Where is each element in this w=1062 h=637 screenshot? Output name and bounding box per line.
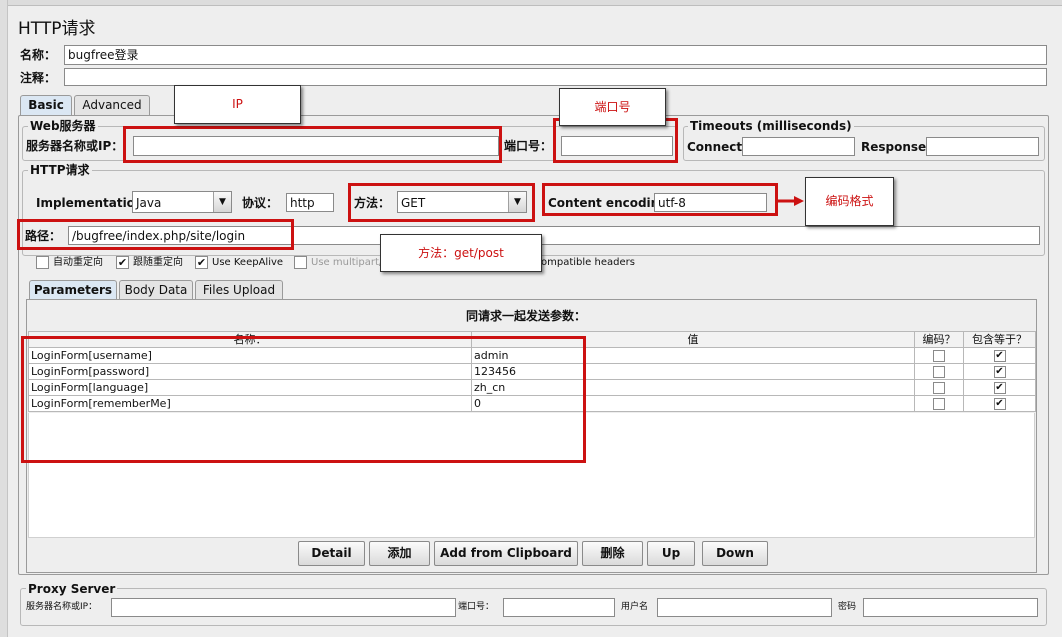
- param-name-cell[interactable]: LoginForm[password]: [28, 363, 472, 380]
- include-equals-checkbox[interactable]: ✔: [993, 397, 1006, 410]
- compatible-headers-label: ompatible headers: [541, 257, 635, 268]
- chevron-down-icon: ▼: [213, 192, 231, 212]
- table-row[interactable]: LoginForm[rememberMe] 0 ✔: [28, 395, 1036, 412]
- http-request-group-title: HTTP请求: [28, 163, 92, 177]
- detail-button[interactable]: Detail: [298, 541, 365, 566]
- tab-parameters[interactable]: Parameters: [29, 280, 117, 299]
- param-value-cell[interactable]: 0: [471, 395, 915, 412]
- tab-files-upload[interactable]: Files Upload: [195, 280, 283, 299]
- connect-timeout-field[interactable]: [742, 137, 855, 156]
- path-field[interactable]: /bugfree/index.php/site/login: [68, 226, 1040, 245]
- keepalive-checkbox[interactable]: ✔: [195, 256, 208, 269]
- method-select[interactable]: GET ▼: [397, 191, 527, 213]
- proxy-username-field[interactable]: [657, 598, 832, 617]
- response-label: Response:: [861, 140, 931, 154]
- multipart-label: Use multipart/f: [311, 257, 386, 268]
- encode-checkbox[interactable]: [933, 397, 945, 410]
- param-value-cell[interactable]: 123456: [471, 363, 915, 380]
- column-header-value[interactable]: 值: [471, 331, 915, 348]
- encode-checkbox[interactable]: [933, 349, 945, 362]
- encode-checkbox[interactable]: [933, 381, 945, 394]
- proxy-server-label: 服务器名称或IP：: [26, 602, 98, 612]
- column-header-encode[interactable]: 编码？: [914, 331, 964, 348]
- table-header-row: 名称： 值 编码？ 包含等于？: [28, 331, 1036, 348]
- delete-button[interactable]: 删除: [582, 541, 643, 566]
- callout-encoding: 编码格式: [805, 177, 894, 226]
- table-row[interactable]: LoginForm[language] zh_cn ✔: [28, 379, 1036, 396]
- callout-method: 方法：get/post: [380, 234, 542, 272]
- proxy-server-field[interactable]: [111, 598, 456, 617]
- proxy-port-label: 端口号：: [458, 602, 495, 612]
- proxy-port-field[interactable]: [503, 598, 615, 617]
- param-name-cell[interactable]: LoginForm[rememberMe]: [28, 395, 472, 412]
- top-toolbar-strip: [0, 0, 1062, 6]
- auto-redirect-checkbox[interactable]: [36, 256, 49, 269]
- path-label: 路径：: [25, 229, 62, 243]
- comment-label: 注释：: [20, 71, 57, 85]
- keepalive-label: Use KeepAlive: [212, 257, 284, 268]
- implementation-select[interactable]: Java ▼: [132, 191, 232, 213]
- port-label: 端口号：: [504, 139, 553, 153]
- include-equals-checkbox[interactable]: ✔: [993, 365, 1006, 378]
- param-value-cell[interactable]: admin: [471, 347, 915, 364]
- connect-label: Connect:: [687, 140, 747, 154]
- up-button[interactable]: Up: [647, 541, 695, 566]
- content-encoding-field[interactable]: utf-8: [654, 193, 767, 212]
- server-name-field[interactable]: [133, 136, 499, 156]
- comment-field[interactable]: [64, 68, 1047, 86]
- web-server-group-title: Web服务器: [28, 119, 98, 133]
- include-equals-checkbox[interactable]: ✔: [993, 349, 1006, 362]
- table-empty-area: [28, 413, 1035, 538]
- param-name-cell[interactable]: LoginForm[language]: [28, 379, 472, 396]
- param-name-cell[interactable]: LoginForm[username]: [28, 347, 472, 364]
- protocol-label: 协议：: [242, 196, 279, 210]
- method-label: 方法：: [354, 196, 391, 210]
- tab-basic[interactable]: Basic: [20, 95, 72, 115]
- tab-body-data[interactable]: Body Data: [119, 280, 193, 299]
- name-label: 名称：: [20, 48, 57, 62]
- port-field[interactable]: [561, 136, 673, 156]
- down-button[interactable]: Down: [702, 541, 768, 566]
- tab-advanced[interactable]: Advanced: [74, 95, 150, 115]
- proxy-username-label: 用户名: [621, 602, 649, 612]
- auto-redirect-label: 自动重定向: [53, 257, 103, 268]
- encode-checkbox[interactable]: [933, 365, 945, 378]
- page-title: HTTP请求: [18, 19, 96, 39]
- proxy-password-label: 密码: [838, 602, 857, 612]
- add-from-clipboard-button[interactable]: Add from Clipboard: [434, 541, 578, 566]
- column-header-include-equals[interactable]: 包含等于？: [963, 331, 1036, 348]
- method-value: GET: [401, 196, 426, 210]
- protocol-field[interactable]: http: [286, 193, 334, 212]
- table-row[interactable]: LoginForm[password] 123456 ✔: [28, 363, 1036, 380]
- parameters-table: 名称： 值 编码？ 包含等于？ LoginForm[username] admi…: [28, 331, 1036, 412]
- column-header-name[interactable]: 名称：: [28, 331, 472, 348]
- arrow-right-icon: [778, 195, 804, 206]
- include-equals-checkbox[interactable]: ✔: [993, 381, 1006, 394]
- server-name-label: 服务器名称或IP：: [26, 139, 124, 153]
- add-button[interactable]: 添加: [369, 541, 430, 566]
- left-tree-edge: [0, 0, 8, 637]
- response-timeout-field[interactable]: [926, 137, 1039, 156]
- proxy-server-group-title: Proxy Server: [26, 582, 118, 596]
- follow-redirect-label: 跟随重定向: [133, 257, 183, 268]
- proxy-password-field[interactable]: [863, 598, 1038, 617]
- timeouts-group-title: Timeouts (milliseconds): [688, 119, 854, 133]
- table-row[interactable]: LoginForm[username] admin ✔: [28, 347, 1036, 364]
- callout-ip: IP: [174, 85, 301, 124]
- params-caption: 同请求一起发送参数：: [466, 309, 587, 323]
- multipart-checkbox[interactable]: [294, 256, 307, 269]
- follow-redirect-checkbox[interactable]: ✔: [116, 256, 129, 269]
- param-value-cell[interactable]: zh_cn: [471, 379, 915, 396]
- implementation-value: Java: [136, 196, 162, 210]
- name-field[interactable]: bugfree登录: [64, 45, 1047, 65]
- callout-port: 端口号: [559, 88, 666, 126]
- chevron-down-icon: ▼: [508, 192, 526, 212]
